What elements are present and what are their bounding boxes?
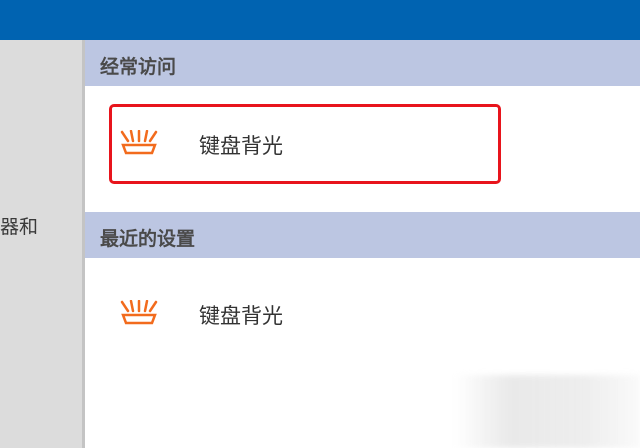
frequent-item-keyboard-backlight[interactable]: 键盘背光	[109, 104, 501, 184]
section-title-frequent: 经常访问	[100, 56, 177, 78]
section-header-recent: 最近的设置	[85, 212, 640, 258]
sidebar: 器和	[0, 40, 82, 448]
section-header-frequent: 经常访问	[85, 40, 640, 86]
section-title-recent: 最近的设置	[100, 228, 196, 250]
recent-item-keyboard-backlight[interactable]: 键盘背光	[109, 274, 499, 352]
highlight-box	[109, 104, 501, 184]
blurred-watermark	[455, 375, 640, 448]
sidebar-item-label[interactable]: 器和	[0, 212, 38, 239]
title-bar	[0, 0, 640, 40]
recent-item-label: 键盘背光	[199, 304, 283, 328]
keyboard-backlight-icon	[119, 299, 159, 326]
